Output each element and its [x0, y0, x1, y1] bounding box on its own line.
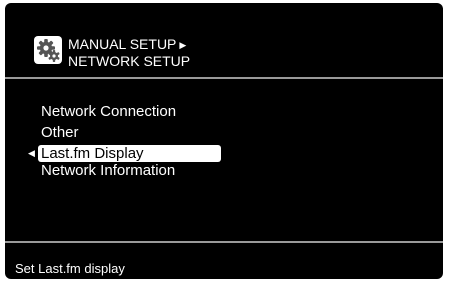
menu-item-other[interactable]: Other	[41, 124, 79, 141]
gear-icon	[34, 36, 62, 64]
help-text: Set Last.fm display	[15, 261, 125, 276]
footer-divider	[5, 241, 443, 243]
breadcrumb-label: MANUAL SETUP	[68, 36, 177, 52]
header: MANUAL SETUP ▶ NETWORK SETUP	[5, 3, 443, 77]
menu-item-network-connection[interactable]: Network Connection	[41, 103, 176, 120]
breadcrumb-arrow-icon: ▶	[179, 40, 187, 50]
breadcrumb-manual-setup: MANUAL SETUP ▶	[68, 36, 186, 53]
header-divider	[5, 77, 443, 79]
page-title: NETWORK SETUP	[68, 53, 191, 69]
selection-arrow-icon: ◀	[28, 148, 35, 158]
menu-item-network-information[interactable]: Network Information	[41, 162, 175, 179]
osd-screen: MANUAL SETUP ▶ NETWORK SETUP Network Conn…	[5, 3, 443, 279]
menu-item-lastfm-display[interactable]: Last.fm Display	[38, 145, 221, 162]
